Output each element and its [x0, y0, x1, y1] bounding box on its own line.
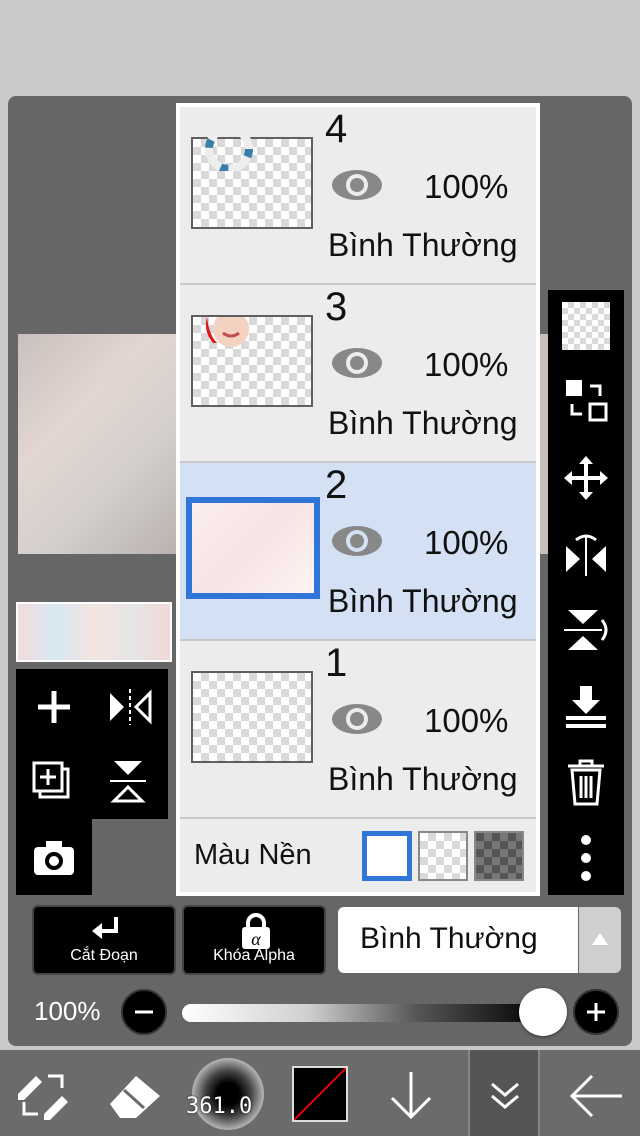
- layer-number: 1: [325, 641, 348, 685]
- layer-blend-mode: Bình Thường: [328, 405, 518, 441]
- alpha-lock-label: Khóa Alpha: [213, 947, 295, 964]
- layer-opacity: 100%: [424, 168, 509, 205]
- bottom-tool-bar: [0, 1050, 640, 1136]
- chevron-up-icon: [592, 933, 608, 945]
- background-label: Màu Nền: [194, 839, 312, 871]
- eraser-icon[interactable]: [106, 1072, 164, 1120]
- blend-mode-dropdown-button[interactable]: [579, 907, 621, 973]
- eye-icon[interactable]: [330, 701, 384, 737]
- flip-horizontal-icon[interactable]: [562, 532, 610, 580]
- layer-number: 2: [325, 463, 348, 507]
- flip-vertical-icon[interactable]: [562, 606, 610, 654]
- blend-mode-value: Bình Thường: [360, 922, 538, 955]
- layer-row-4[interactable]: 4 100% Bình Thường: [180, 107, 536, 285]
- move-icon[interactable]: [562, 454, 610, 502]
- color-swatch[interactable]: [292, 1066, 348, 1122]
- layer-blend-mode: Bình Thường: [328, 761, 518, 797]
- face-image: [205, 317, 249, 347]
- left-layer-toolbar: [16, 669, 168, 819]
- layer-opacity: 100%: [424, 702, 509, 739]
- opacity-increase-button[interactable]: [573, 989, 619, 1035]
- layer-row-3[interactable]: 3 100% Bình Thường: [180, 285, 536, 463]
- clipping-label: Cắt Đoạn: [70, 947, 138, 964]
- layer-thumbnail[interactable]: [191, 671, 313, 763]
- plus-icon: [587, 1003, 605, 1021]
- canvas-navigator-thumbnail[interactable]: [16, 602, 172, 662]
- opacity-value: 100%: [34, 996, 101, 1026]
- layer-number: 4: [325, 107, 348, 151]
- duplicate-layer-icon[interactable]: [30, 757, 78, 805]
- blend-mode-select[interactable]: Bình Thường: [338, 907, 578, 973]
- transform-tool-icon[interactable]: [14, 1068, 72, 1122]
- more-icon[interactable]: [562, 834, 610, 882]
- arrow-down-icon[interactable]: [384, 1068, 438, 1122]
- layer-list: 4 100% Bình Thường 3 100% Bình Thường 2 …: [180, 107, 536, 892]
- layer-blend-mode: Bình Thường: [328, 583, 518, 619]
- layer-panel: 4 100% Bình Thường 3 100% Bình Thường 2 …: [176, 103, 540, 896]
- layer-blend-mode: Bình Thường: [328, 227, 518, 263]
- lock-icon: α: [242, 913, 270, 949]
- no-color-line: [294, 1068, 346, 1120]
- background-dark-checker-swatch[interactable]: [474, 831, 524, 881]
- merge-down-icon[interactable]: [562, 684, 610, 732]
- svg-text:α: α: [251, 929, 261, 949]
- layer-opacity: 100%: [424, 346, 509, 383]
- layer-row-1[interactable]: 1 100% Bình Thường: [180, 641, 536, 819]
- opacity-decrease-button[interactable]: [121, 989, 167, 1035]
- opacity-slider-knob[interactable]: [519, 988, 567, 1036]
- layer-thumbnail[interactable]: [191, 315, 313, 407]
- background-transparent-swatch[interactable]: [418, 831, 468, 881]
- back-arrow-icon[interactable]: [566, 1072, 626, 1120]
- flip-horizontal-icon[interactable]: [106, 683, 154, 731]
- background-white-swatch[interactable]: [362, 831, 412, 881]
- alpha-lock-button[interactable]: α Khóa Alpha: [182, 905, 326, 975]
- canvas-artwork: [18, 334, 178, 554]
- right-toolbar: [548, 290, 624, 895]
- trash-icon[interactable]: [562, 758, 610, 806]
- camera-icon[interactable]: [30, 833, 78, 881]
- minus-icon: [135, 1010, 153, 1014]
- eye-icon[interactable]: [330, 167, 384, 203]
- brush-size-value: 361.0: [186, 1094, 253, 1119]
- layer-thumbnail[interactable]: [186, 497, 320, 599]
- lifebuoy-image: [205, 135, 253, 171]
- layers-toggle-button[interactable]: [468, 1050, 540, 1136]
- layer-row-2[interactable]: 2 100% Bình Thường: [180, 463, 536, 641]
- reference-swap-icon[interactable]: [562, 376, 610, 424]
- clipping-button[interactable]: Cắt Đoạn: [32, 905, 176, 975]
- left-toolbar-camera-area: [16, 819, 92, 895]
- layer-thumbnail[interactable]: [191, 135, 313, 229]
- eye-icon[interactable]: [330, 345, 384, 381]
- flip-vertical-icon[interactable]: [106, 757, 154, 805]
- chevron-double-down-icon: [491, 1082, 519, 1109]
- background-color-row: Màu Nền: [180, 819, 536, 892]
- layer-number: 3: [325, 285, 348, 329]
- add-layer-icon[interactable]: [30, 683, 78, 731]
- checkerboard-icon[interactable]: [562, 302, 610, 350]
- eye-icon[interactable]: [330, 523, 384, 559]
- layer-opacity: 100%: [424, 524, 509, 561]
- clipping-arrow-icon: [92, 917, 118, 939]
- opacity-slider-track[interactable]: [182, 1004, 544, 1022]
